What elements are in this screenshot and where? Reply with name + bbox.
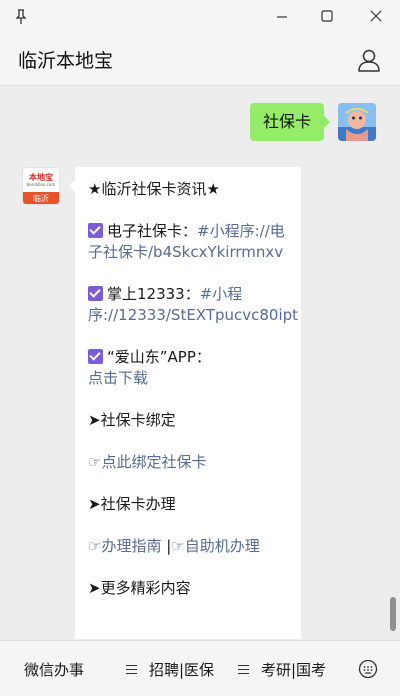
keyboard-toggle-icon[interactable] xyxy=(358,659,378,679)
reply-item-aishandong: “爱山东”APP： 点击下载 xyxy=(88,348,211,387)
checkbox-icon xyxy=(88,286,103,301)
chat-scrollbar[interactable] xyxy=(390,597,396,631)
my-avatar[interactable] xyxy=(338,103,376,141)
menu-label: 考研|国考 xyxy=(261,660,327,679)
checkbox-icon xyxy=(88,223,103,238)
reply-heading: ★临沂社保卡资讯★ xyxy=(88,180,220,198)
download-link[interactable]: 点击下载 xyxy=(88,369,148,387)
chat-title: 临沂本地宝 xyxy=(18,50,114,72)
minimize-icon xyxy=(277,16,287,18)
user-profile-icon[interactable] xyxy=(356,47,382,73)
bind-card-link[interactable]: ☞点此绑定社保卡 xyxy=(88,452,288,473)
section-title-apply: ➤社保卡办理 xyxy=(88,495,176,513)
checkbox-icon xyxy=(88,349,103,364)
incoming-message: ★临沂社保卡资讯★ 电子社保卡：#小程序://电子社保卡/b4SkcxYkirr… xyxy=(69,167,301,639)
section-title-bind: ➤社保卡绑定 xyxy=(88,411,176,429)
menu-icon xyxy=(126,664,137,674)
section-title-more: ➤更多精彩内容 xyxy=(88,579,191,597)
menu-label: 微信办事 xyxy=(24,660,85,679)
avatar-image xyxy=(338,103,376,141)
apply-links: ☞办理指南 |☞自助机办理 xyxy=(88,536,288,557)
close-icon xyxy=(370,10,382,22)
bot-logo: 本地宝 bendibao.com xyxy=(26,173,56,187)
bot-avatar[interactable]: 本地宝 bendibao.com 临沂 xyxy=(22,167,60,205)
maximize-icon xyxy=(321,10,333,22)
menu-item-jobs-insurance[interactable]: 招聘|医保 xyxy=(126,641,214,696)
bottom-menu: 微信办事 招聘|医保 考研|国考 xyxy=(0,640,400,696)
pin-icon[interactable] xyxy=(12,8,30,26)
chat-area[interactable]: 社保卡 本地宝 bendibao.com 临沂 ★临沂社保卡资讯★ 电子社保卡：… xyxy=(0,87,400,639)
reply-item-12333: 掌上12333：#小程序://12333/StEXTpucvc80ipt xyxy=(88,285,299,324)
maximize-button[interactable] xyxy=(315,6,339,28)
bot-city-label: 临沂 xyxy=(23,192,59,204)
minimize-button[interactable] xyxy=(270,6,294,28)
menu-item-exams[interactable]: 考研|国考 xyxy=(238,641,326,696)
reply-item-electronic-card: 电子社保卡：#小程序://电子社保卡/b4SkcxYkirrmnxv xyxy=(88,222,285,261)
outgoing-message[interactable]: 社保卡 xyxy=(249,103,331,141)
window-titlebar xyxy=(0,0,400,34)
chat-header: 临沂本地宝 xyxy=(0,34,400,86)
close-button[interactable] xyxy=(364,6,388,28)
menu-item-wechat-service[interactable]: 微信办事 xyxy=(24,641,84,696)
menu-icon xyxy=(238,664,249,674)
guide-link[interactable]: ☞办理指南 xyxy=(88,537,161,555)
menu-label: 招聘|医保 xyxy=(149,660,215,679)
self-service-link[interactable]: ☞自助机办理 xyxy=(171,537,259,555)
